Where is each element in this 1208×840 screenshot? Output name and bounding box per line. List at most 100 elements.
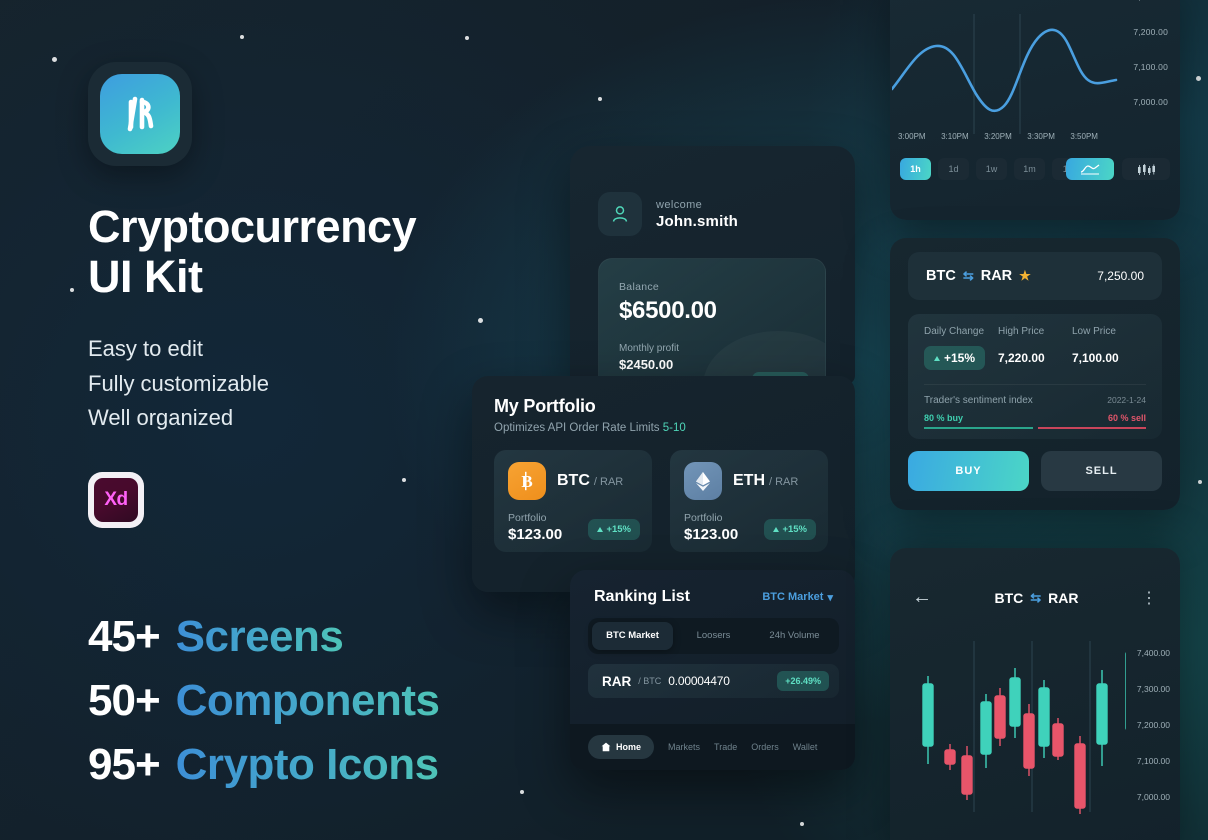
ranking-base: / BTC <box>638 676 662 686</box>
ranking-header: Ranking List BTC Market ▾ <box>570 570 855 606</box>
adobe-xd-badge: Xd <box>88 472 144 529</box>
welcome-label: welcome <box>656 198 703 211</box>
feature-item: Easy to edit <box>88 335 203 361</box>
sentiment-header: Trader's sentiment index 2022-1-24 <box>924 395 1146 406</box>
stat-row: 95+ Crypto Icons <box>88 740 440 790</box>
decorative-dot <box>800 822 804 826</box>
ranking-row[interactable]: RAR / BTC 0.00004470 +26.49% <box>588 664 839 698</box>
candlestick-pair-title: BTC ⇆ RAR <box>994 590 1078 606</box>
coin-symbol: ETH <box>733 472 765 489</box>
timeframe-1d[interactable]: 1d <box>938 158 969 180</box>
page-title: Cryptocurrency UI Kit <box>88 202 558 302</box>
candlestick-chart-toggle[interactable] <box>1122 158 1170 180</box>
nav-item-orders[interactable]: Orders <box>751 742 779 752</box>
triangle-up-icon <box>597 527 604 532</box>
stat-header-low-price: Low Price <box>1072 326 1116 337</box>
coin-change-value: +15% <box>606 524 631 535</box>
stats-list: 45+ Screens 50+ Components 95+ Crypto Ic… <box>88 612 440 804</box>
pair-card[interactable]: BTC ⇆ RAR ★ 7,250.00 <box>908 252 1162 300</box>
tab-24h-volume[interactable]: 24h Volume <box>754 622 835 650</box>
market-stat-headers: Daily Change High Price Low Price <box>924 326 1146 337</box>
y-tick: 7,000.00 <box>1133 97 1168 107</box>
daily-change-value: +15% <box>944 351 976 365</box>
tab-btc-market[interactable]: BTC Market <box>592 622 673 650</box>
timeframe-1w[interactable]: 1w <box>976 158 1007 180</box>
stat-row: 45+ Screens <box>88 612 440 662</box>
y-tick: 7,100.00 <box>1133 62 1168 72</box>
market-stats-card: Daily Change High Price Low Price +15% 7… <box>908 314 1162 439</box>
stat-header-daily-change: Daily Change <box>924 326 985 337</box>
candlestick-screen: ← BTC ⇆ RAR ⋮ 7,400.00 7,300.00 7,200.00… <box>890 548 1180 840</box>
y-tick: 7,300.00 <box>1136 684 1170 694</box>
user-avatar-icon <box>612 206 628 222</box>
ranking-screen: Ranking List BTC Market ▾ BTC Market Loo… <box>570 570 855 770</box>
decorative-dot <box>70 288 74 292</box>
market-selector-label: BTC Market <box>762 591 824 603</box>
triangle-up-icon <box>773 527 780 532</box>
decorative-dot <box>1198 480 1202 484</box>
y-tick: 7,100.00 <box>1136 756 1170 766</box>
star-icon[interactable]: ★ <box>1019 268 1031 284</box>
nav-item-markets[interactable]: Markets <box>668 742 700 752</box>
buy-button[interactable]: BUY <box>908 451 1029 491</box>
pair-base: BTC <box>994 589 1024 606</box>
coin-card-btc[interactable]: B BTC / RAR Portfolio $123.00 +15% <box>494 450 652 552</box>
arrow-left-icon[interactable]: ← <box>912 586 932 609</box>
candlestick-y-axis: 7,400.00 7,300.00 7,200.00 7,100.00 7,00… <box>1106 648 1170 828</box>
market-detail-screen: BTC ⇆ RAR ★ 7,250.00 Daily Change High P… <box>890 238 1180 510</box>
candlestick-chart-icon <box>1138 163 1155 175</box>
coin-pair: / RAR <box>769 476 799 488</box>
pair-base: BTC <box>926 268 956 284</box>
x-tick: 3:20PM <box>984 132 1012 141</box>
nav-item-home[interactable]: Home <box>588 735 655 759</box>
stat-count: 45+ <box>88 612 161 661</box>
candlestick-chart <box>922 641 1126 814</box>
ranking-title: Ranking List <box>594 588 691 605</box>
trade-actions: BUY SELL <box>908 451 1162 491</box>
sentiment-section: Trader's sentiment index 2022-1-24 80 % … <box>924 384 1146 429</box>
xd-icon: Xd <box>94 478 138 523</box>
ranking-change: +26.49% <box>777 671 829 691</box>
nav-item-wallet[interactable]: Wallet <box>793 742 818 752</box>
line-chart-toggle[interactable] <box>1066 158 1114 180</box>
ranking-price: 0.00004470 <box>668 674 730 688</box>
sentiment-values: 80 % buy 60 % sell <box>924 413 1146 423</box>
timeframe-1h[interactable]: 1h <box>900 158 931 180</box>
portfolio-screen: My Portfolio Optimizes API Order Rate Li… <box>472 376 855 592</box>
nav-item-trade[interactable]: Trade <box>714 742 737 752</box>
profit-label: Monthly profit <box>619 343 680 354</box>
y-tick: 7,200.00 <box>1136 720 1170 730</box>
ranking-tabs: BTC Market Loosers 24h Volume <box>588 618 839 654</box>
coin-change-badge: +15% <box>588 519 640 540</box>
crypto-app-logo-icon <box>100 74 180 154</box>
portfolio-subtitle: Optimizes API Order Rate Limits 5-10 <box>472 417 855 434</box>
stat-row: 50+ Components <box>88 676 440 726</box>
market-selector[interactable]: BTC Market ▾ <box>762 591 833 604</box>
timeframe-1m[interactable]: 1m <box>1014 158 1045 180</box>
x-tick: 3:00PM <box>898 132 926 141</box>
tab-loosers[interactable]: Loosers <box>673 622 754 650</box>
y-tick: 7,200.00 <box>1133 27 1168 37</box>
y-tick: 7,400.00 <box>1136 648 1170 658</box>
line-chart-screen: 7,300.00 7,200.00 7,100.00 7,000.00 3:00… <box>890 0 1180 220</box>
more-vertical-icon[interactable]: ⋮ <box>1141 588 1158 608</box>
sentiment-buy-bar <box>924 427 1033 429</box>
swap-arrows-icon: ⇆ <box>1030 589 1042 605</box>
coin-header: ETH / RAR <box>684 462 814 500</box>
coin-card-eth[interactable]: ETH / RAR Portfolio $123.00 +15% <box>670 450 828 552</box>
decorative-dot <box>240 35 244 39</box>
portfolio-title: My Portfolio <box>494 396 596 416</box>
sentiment-sell-value: 60 % sell <box>1107 413 1146 423</box>
coin-header: B BTC / RAR <box>508 462 638 500</box>
low-price-value: 7,100.00 <box>1072 351 1119 365</box>
portfolio-subtitle-text: Optimizes API Order Rate Limits <box>494 422 663 434</box>
title-line-1: Cryptocurrency <box>88 201 417 252</box>
avatar[interactable] <box>598 192 642 236</box>
sentiment-date: 2022-1-24 <box>1107 395 1146 405</box>
svg-text:B: B <box>521 472 532 491</box>
x-tick: 3:10PM <box>941 132 969 141</box>
stat-count: 95+ <box>88 740 161 789</box>
y-tick: 7,000.00 <box>1136 792 1170 802</box>
sell-button[interactable]: SELL <box>1041 451 1162 491</box>
x-tick: 3:50PM <box>1070 132 1098 141</box>
